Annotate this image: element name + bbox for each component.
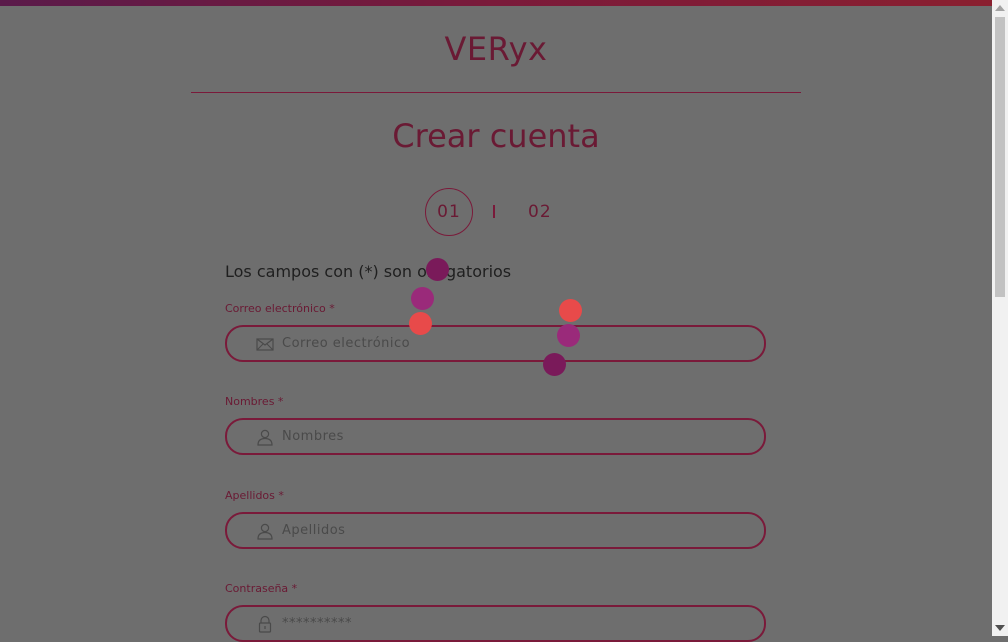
user-icon bbox=[257, 523, 273, 540]
last-name-input[interactable] bbox=[282, 514, 742, 547]
required-fields-note: Los campos con (*) son obligatorios bbox=[225, 262, 512, 281]
lock-icon bbox=[258, 615, 272, 633]
scrollbar-thumb[interactable] bbox=[995, 17, 1005, 297]
scroll-down-arrow-icon[interactable] bbox=[995, 625, 1005, 631]
password-input[interactable] bbox=[282, 607, 742, 640]
email-field-wrapper[interactable] bbox=[225, 325, 766, 362]
password-field-wrapper[interactable] bbox=[225, 605, 766, 642]
password-label: Contraseña * bbox=[225, 582, 298, 595]
loading-dot bbox=[409, 312, 432, 335]
step-indicator-1: 01 bbox=[425, 188, 473, 236]
vertical-scrollbar[interactable] bbox=[992, 0, 1008, 636]
step-separator bbox=[493, 205, 495, 218]
step-indicator-2: 02 bbox=[528, 202, 552, 222]
scroll-up-arrow-icon[interactable] bbox=[995, 5, 1005, 11]
top-accent-bar bbox=[0, 0, 992, 6]
step-1-label: 01 bbox=[437, 202, 461, 222]
first-name-field-wrapper[interactable] bbox=[225, 418, 766, 455]
envelope-icon bbox=[256, 338, 274, 351]
brand-logo[interactable]: VERyx bbox=[0, 30, 992, 68]
first-name-input[interactable] bbox=[282, 420, 742, 453]
first-name-label: Nombres * bbox=[225, 395, 284, 408]
last-name-field-wrapper[interactable] bbox=[225, 512, 766, 549]
loading-dot bbox=[426, 258, 449, 281]
loading-dot bbox=[559, 299, 582, 322]
email-input[interactable] bbox=[282, 327, 742, 360]
user-icon bbox=[257, 429, 273, 446]
header-divider bbox=[191, 92, 801, 93]
email-label: Correo electrónico * bbox=[225, 302, 335, 315]
last-name-label: Apellidos * bbox=[225, 489, 284, 502]
loading-dot bbox=[543, 353, 566, 376]
page-title: Crear cuenta bbox=[392, 117, 600, 155]
loading-dot bbox=[557, 324, 580, 347]
loading-dot bbox=[411, 287, 434, 310]
